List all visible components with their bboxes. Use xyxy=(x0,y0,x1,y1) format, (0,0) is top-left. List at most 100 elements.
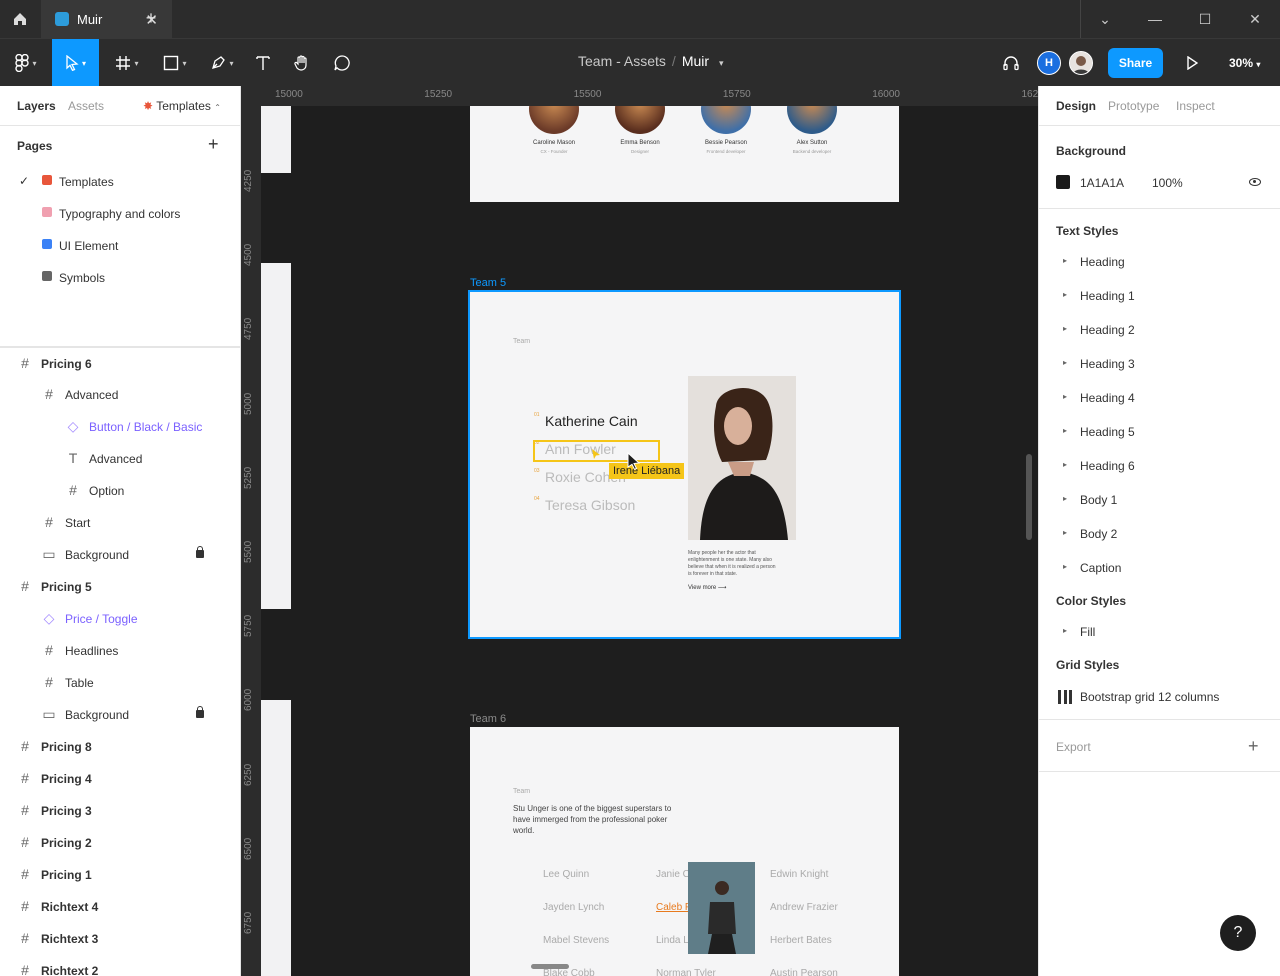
layer-row[interactable]: ◇ Price / Toggle xyxy=(0,603,240,635)
text-style-item[interactable]: ▸ Caption xyxy=(1039,552,1280,586)
user-avatar-h[interactable]: H xyxy=(1037,51,1061,75)
layer-row[interactable]: # Pricing 5 xyxy=(0,571,240,603)
text-style-item[interactable]: ▸ Heading 2 xyxy=(1039,314,1280,348)
layer-row[interactable]: # Headlines xyxy=(0,635,240,667)
window-dropdown-button[interactable]: ⌄ xyxy=(1080,0,1130,38)
team-member-name[interactable]: Jayden Lynch xyxy=(543,902,604,913)
frame-label-team-6[interactable]: Team 6 xyxy=(470,713,506,725)
background-hex-input[interactable]: 1A1A1A xyxy=(1080,176,1124,190)
pen-tool-button[interactable]: ▾ xyxy=(202,39,242,87)
text-style-item[interactable]: ▸ Body 1 xyxy=(1039,484,1280,518)
tab-assets[interactable]: Assets xyxy=(68,99,104,113)
team-member-name[interactable]: Andrew Frazier xyxy=(770,902,838,913)
caret-right-icon: ▸ xyxy=(1063,562,1068,571)
help-button[interactable]: ? xyxy=(1220,915,1256,951)
team-member-name[interactable]: Austin Pearson xyxy=(770,968,838,976)
home-button[interactable] xyxy=(0,0,40,38)
layer-row[interactable]: # Table xyxy=(0,667,240,699)
add-export-icon[interactable]: + xyxy=(1248,736,1259,757)
team-member-name[interactable]: Edwin Knight xyxy=(770,869,828,880)
layer-row[interactable]: # Pricing 4 xyxy=(0,763,240,795)
text-style-item[interactable]: ▸ Body 2 xyxy=(1039,518,1280,552)
layer-row[interactable]: ▭ Background xyxy=(0,699,240,731)
page-item[interactable]: Typography and colors xyxy=(0,198,240,230)
templates-dropdown[interactable]: ✸ Templates ⌃ xyxy=(143,99,221,113)
text-style-item[interactable]: ▸ Heading 3 xyxy=(1039,348,1280,382)
text-style-item[interactable]: ▸ Heading 4 xyxy=(1039,382,1280,416)
move-tool-button[interactable]: ▾ xyxy=(52,39,99,87)
page-item[interactable]: Symbols xyxy=(0,262,240,294)
zoom-dropdown[interactable]: 30% ▾ xyxy=(1229,56,1260,70)
project-name[interactable]: Team - Assets xyxy=(578,53,666,69)
background-color-swatch[interactable] xyxy=(1056,175,1070,189)
layer-row[interactable]: # Pricing 2 xyxy=(0,827,240,859)
team-member-name[interactable]: Janie C xyxy=(656,869,690,880)
new-tab-button[interactable]: + xyxy=(140,8,162,29)
lock-icon[interactable] xyxy=(196,706,204,718)
user-avatar-photo[interactable] xyxy=(1069,51,1093,75)
layer-row[interactable]: # Richtext 2 xyxy=(0,955,240,976)
team-member-name[interactable]: Caleb F xyxy=(656,902,691,913)
present-button[interactable] xyxy=(1181,39,1203,87)
layer-row[interactable]: # Start xyxy=(0,507,240,539)
play-icon xyxy=(1187,56,1198,70)
tab-inspect[interactable]: Inspect xyxy=(1176,99,1215,113)
maximize-button[interactable]: ☐ xyxy=(1180,0,1230,38)
tab-prototype[interactable]: Prototype xyxy=(1108,99,1159,113)
grid-styles-title: Grid Styles xyxy=(1056,658,1120,672)
eye-icon[interactable] xyxy=(1249,178,1261,186)
team-member-name[interactable]: Herbert Bates xyxy=(770,935,832,946)
grid-style-item[interactable]: Bootstrap grid 12 columns xyxy=(1080,690,1219,704)
lock-icon[interactable] xyxy=(196,546,204,558)
audio-button[interactable] xyxy=(998,39,1024,87)
vertical-scrollbar[interactable] xyxy=(1026,454,1032,540)
minimize-button[interactable]: — xyxy=(1130,0,1180,38)
share-button[interactable]: Share xyxy=(1108,48,1163,78)
layer-name: Pricing 6 xyxy=(41,357,92,371)
canvas[interactable]: Caroline Mason CX - Founder Emma Benson Des… xyxy=(261,106,1038,976)
window-close-button[interactable]: ✕ xyxy=(1230,0,1280,38)
text-style-item[interactable]: ▸ Heading xyxy=(1039,246,1280,280)
text-style-item[interactable]: ▸ Heading 1 xyxy=(1039,280,1280,314)
layer-row[interactable]: # Pricing 6 xyxy=(0,347,240,379)
file-name[interactable]: Muir xyxy=(682,53,709,69)
team-member-name[interactable]: Norman Tyler xyxy=(656,968,716,976)
shape-tool-button[interactable]: ▾ xyxy=(155,39,195,87)
layer-row[interactable]: # Richtext 4 xyxy=(0,891,240,923)
text-style-item[interactable]: ▸ Heading 5 xyxy=(1039,416,1280,450)
color-style-item[interactable]: ▸ Fill xyxy=(1039,616,1280,650)
tab-design[interactable]: Design xyxy=(1056,99,1096,113)
layer-row[interactable]: # Pricing 1 xyxy=(0,859,240,891)
document-title[interactable]: Team - Assets / Muir ▾ xyxy=(578,53,723,69)
layer-row[interactable]: # Advanced xyxy=(0,379,240,411)
horizontal-scrollbar[interactable] xyxy=(531,964,569,969)
layer-row[interactable]: T Advanced xyxy=(0,443,240,475)
page-item[interactable]: UI Element xyxy=(0,230,240,262)
ruler-tick-label: 5500 xyxy=(243,540,254,563)
chevron-down-icon[interactable]: ▾ xyxy=(719,58,724,68)
background-opacity-input[interactable]: 100% xyxy=(1152,176,1183,190)
team-member-name[interactable]: Lee Quinn xyxy=(543,869,589,880)
layer-row[interactable]: ◇ Button / Black / Basic xyxy=(0,411,240,443)
frame-team-4[interactable]: Caroline Mason CX - Founder Emma Benson Des… xyxy=(470,106,899,202)
layer-row[interactable]: # Option xyxy=(0,475,240,507)
layer-row[interactable]: # Richtext 3 xyxy=(0,923,240,955)
comment-tool-button[interactable] xyxy=(329,39,355,87)
layer-row[interactable]: # Pricing 8 xyxy=(0,731,240,763)
text-tool-button[interactable] xyxy=(250,39,276,87)
hand-tool-button[interactable] xyxy=(289,39,315,87)
layer-row[interactable]: # Pricing 3 xyxy=(0,795,240,827)
tab-layers[interactable]: Layers xyxy=(17,99,56,113)
layer-row[interactable]: ▭ Background xyxy=(0,539,240,571)
add-page-icon[interactable]: + xyxy=(208,134,219,155)
frame-tool-button[interactable]: ▾ xyxy=(108,39,146,87)
main-menu-button[interactable]: ▾ xyxy=(6,39,46,87)
frame-team-6[interactable]: Team Stu Unger is one of the biggest sup… xyxy=(470,727,899,976)
team-member-name[interactable]: Mabel Stevens xyxy=(543,935,609,946)
team-member-name[interactable]: Blake Cobb xyxy=(543,968,595,976)
text-style-item[interactable]: ▸ Heading 6 xyxy=(1039,450,1280,484)
frame-icon: # xyxy=(45,642,53,658)
frame-label-team-5[interactable]: Team 5 xyxy=(470,277,506,289)
text-style-name: Body 2 xyxy=(1080,527,1118,541)
page-item[interactable]: ✓ Templates xyxy=(0,166,240,198)
